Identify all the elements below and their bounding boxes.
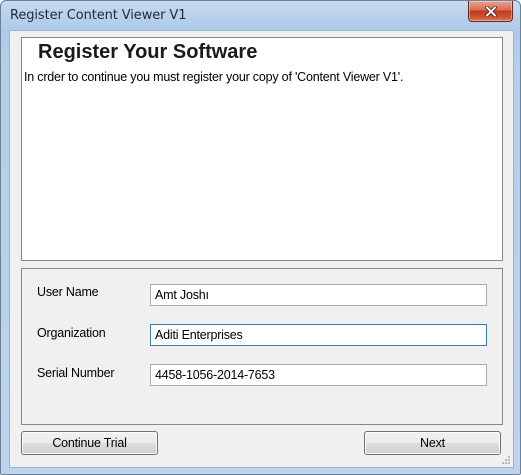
- register-dialog-window: Register Content Viewer V1 Register Your…: [0, 0, 521, 475]
- user-name-input[interactable]: [150, 284, 487, 306]
- resize-grip-icon[interactable]: [501, 455, 511, 465]
- close-icon: [484, 5, 497, 17]
- info-panel: Register Your Software In crder to conti…: [21, 37, 503, 261]
- serial-number-input[interactable]: [150, 364, 487, 386]
- dialog-client-area: Register Your Software In crder to conti…: [9, 30, 514, 468]
- window-title: Register Content Viewer V1: [10, 8, 187, 23]
- registration-form: User Name Organization Serial Number: [21, 268, 503, 425]
- organization-label: Organization: [37, 326, 106, 340]
- serial-number-label: Serial Number: [37, 366, 115, 380]
- close-button[interactable]: [468, 1, 513, 22]
- page-title: Register Your Software: [38, 41, 258, 63]
- user-name-label: User Name: [37, 285, 99, 299]
- continue-trial-button[interactable]: Continue Trial: [21, 431, 158, 455]
- registration-message: In crder to continue you must register y…: [24, 70, 404, 84]
- organization-input[interactable]: [150, 324, 487, 346]
- next-button[interactable]: Next: [364, 431, 501, 455]
- title-bar[interactable]: Register Content Viewer V1: [1, 1, 520, 31]
